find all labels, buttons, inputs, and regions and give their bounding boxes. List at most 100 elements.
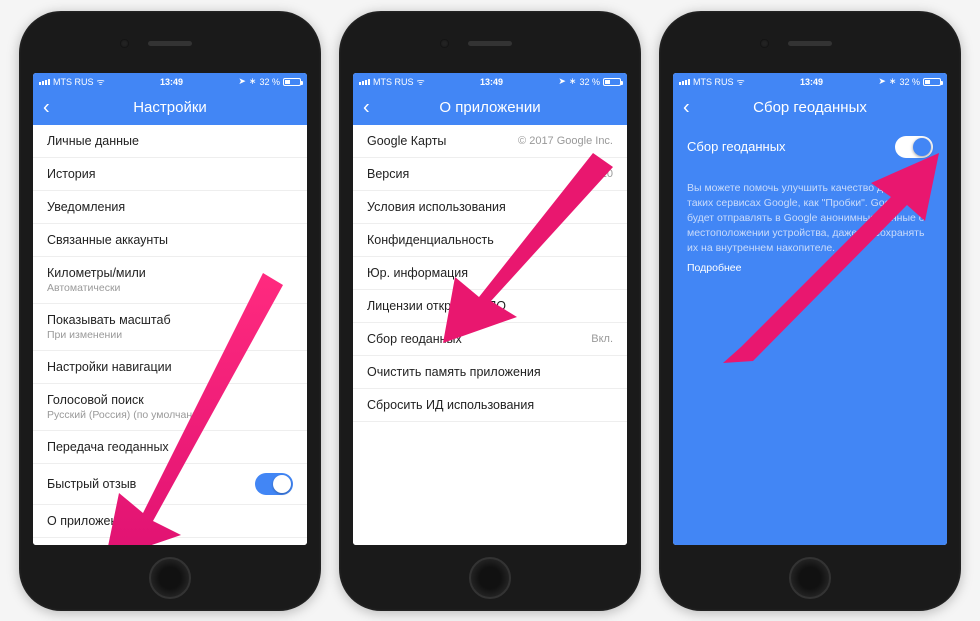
screen-3: MTS RUS ᯤ 13:49 ➤ ∗ 32 % ‹ Сбор геоданны… [673, 73, 947, 545]
row-label: Личные данные [47, 134, 139, 148]
settings-row[interactable]: О приложении [33, 505, 307, 538]
location-icon: ➤ [238, 76, 246, 87]
settings-row[interactable]: История [33, 158, 307, 191]
back-button[interactable]: ‹ [43, 96, 50, 119]
status-bar: MTS RUS ᯤ 13:49 ➤ ∗ 32 % [673, 73, 947, 91]
settings-row[interactable]: Километры/милиАвтоматически [33, 257, 307, 304]
settings-row[interactable]: Уведомления [33, 191, 307, 224]
battery-pct: 32 % [899, 77, 920, 87]
camera [760, 39, 769, 48]
status-bar: MTS RUS ᯤ 13:49 ➤ ∗ 32 % [33, 73, 307, 91]
settings-row[interactable]: Быстрый отзыв [33, 464, 307, 505]
location-icon: ➤ [558, 76, 566, 87]
nav-bar: ‹ О приложении [353, 91, 627, 125]
row-label: Сбор геоданных [367, 332, 462, 346]
row-label: Быстрый отзыв [47, 477, 136, 491]
row-sublabel: Русский (Россия) (по умолчанию) [47, 409, 209, 421]
about-row[interactable]: Юр. информация [353, 257, 627, 290]
row-label: Сбросить ИД использования [367, 398, 534, 412]
screen-1: MTS RUS ᯤ 13:49 ➤ ∗ 32 % ‹ Настройки Лич… [33, 73, 307, 545]
speaker [148, 41, 192, 46]
about-row[interactable]: Google Карты © 2017 Google Inc. [353, 125, 627, 158]
row-label: Очистить память приложения [367, 365, 541, 379]
row-label: Связанные аккаунты [47, 233, 168, 247]
row-value: 4.41.10 [576, 168, 613, 180]
row-label: История [47, 167, 95, 181]
about-row[interactable]: Условия использования [353, 191, 627, 224]
about-row[interactable]: Версия 4.41.10 [353, 158, 627, 191]
home-button[interactable] [149, 557, 191, 599]
row-label: Передача геоданных [47, 440, 169, 454]
back-button[interactable]: ‹ [683, 96, 690, 119]
about-row[interactable]: Очистить память приложения [353, 356, 627, 389]
status-bar: MTS RUS ᯤ 13:49 ➤ ∗ 32 % [353, 73, 627, 91]
about-row[interactable]: Лицензии открытого ПО [353, 290, 627, 323]
settings-row[interactable]: Голосовой поиск Русский (Россия) (по умол… [33, 384, 307, 431]
about-list: Google Карты © 2017 Google Inc. Версия 4.41… [353, 125, 627, 545]
battery-icon [283, 78, 301, 86]
settings-row[interactable]: Настройки навигации [33, 351, 307, 384]
row-value: © 2017 Google Inc. [518, 135, 613, 147]
bluetooth-icon: ∗ [569, 76, 577, 87]
geodata-panel: Сбор геоданных .phone:nth-child(4) .togg… [673, 125, 947, 545]
settings-row[interactable]: Личные данные [33, 125, 307, 158]
wifi-icon: ᯤ [97, 75, 105, 88]
page-title: О приложении [439, 99, 540, 116]
camera [120, 39, 129, 48]
page-title: Сбор геоданных [753, 99, 867, 116]
nav-bar: ‹ Сбор геоданных [673, 91, 947, 125]
back-button[interactable]: ‹ [363, 96, 370, 119]
row-label: Юр. информация [367, 266, 468, 280]
battery-icon [603, 78, 621, 86]
phone-frame-3: MTS RUS ᯤ 13:49 ➤ ∗ 32 % ‹ Сбор геоданны… [659, 11, 961, 611]
battery-icon [923, 78, 941, 86]
wifi-icon: ᯤ [417, 75, 425, 88]
speaker [468, 41, 512, 46]
carrier-label: MTS RUS [53, 77, 94, 87]
clock: 13:49 [480, 77, 503, 87]
settings-row[interactable]: Показывать масштаб При изменении [33, 304, 307, 351]
about-row[interactable]: Конфиденциальность [353, 224, 627, 257]
signal-icon [359, 79, 370, 85]
clock: 13:49 [160, 77, 183, 87]
row-sublabel: При изменении [47, 329, 171, 341]
about-row[interactable]: Сбросить ИД использования [353, 389, 627, 422]
signal-icon [679, 79, 690, 85]
row-label: Условия использования [367, 200, 506, 214]
description-text: Вы можете помочь улучшить качество данны… [673, 169, 947, 288]
camera [440, 39, 449, 48]
home-button[interactable] [789, 557, 831, 599]
nav-bar: ‹ Настройки [33, 91, 307, 125]
signal-icon [39, 79, 50, 85]
row-label: О приложении [47, 514, 131, 528]
row-label: Уведомления [47, 200, 125, 214]
learn-more-link[interactable]: Подробнее [687, 261, 741, 276]
carrier-label: MTS RUS [693, 77, 734, 87]
home-button[interactable] [469, 557, 511, 599]
phone-frame-2: MTS RUS ᯤ 13:49 ➤ ∗ 32 % ‹ О приложении … [339, 11, 641, 611]
carrier-label: MTS RUS [373, 77, 414, 87]
battery-pct: 32 % [579, 77, 600, 87]
wifi-icon: ᯤ [737, 75, 745, 88]
settings-row[interactable]: Связанные аккаунты [33, 224, 307, 257]
toggle-switch[interactable] [255, 473, 293, 495]
row-label: Версия [367, 167, 409, 181]
row-label: Лицензии открытого ПО [367, 299, 506, 313]
settings-list: Личные данные История Уведомления Связанные… [33, 125, 307, 545]
clock: 13:49 [800, 77, 823, 87]
row-label: Настройки навигации [47, 360, 172, 374]
row-label: Google Карты [367, 134, 446, 148]
about-row[interactable]: Сбор геоданных Вкл. [353, 323, 627, 356]
toggle-switch[interactable] [895, 136, 933, 158]
geodata-toggle-row[interactable]: Сбор геоданных [673, 125, 947, 169]
battery-pct: 32 % [259, 77, 280, 87]
row-value: Вкл. [591, 333, 613, 345]
row-label: Показывать масштаб [47, 313, 171, 327]
phone-frame-1: MTS RUS ᯤ 13:49 ➤ ∗ 32 % ‹ Настройки Лич… [19, 11, 321, 611]
row-label: Голосовой поиск [47, 393, 144, 407]
row-sublabel: Автоматически [47, 282, 146, 294]
settings-row[interactable]: Передача геоданных [33, 431, 307, 464]
row-label: Конфиденциальность [367, 233, 494, 247]
page-title: Настройки [133, 99, 207, 116]
location-icon: ➤ [878, 76, 886, 87]
